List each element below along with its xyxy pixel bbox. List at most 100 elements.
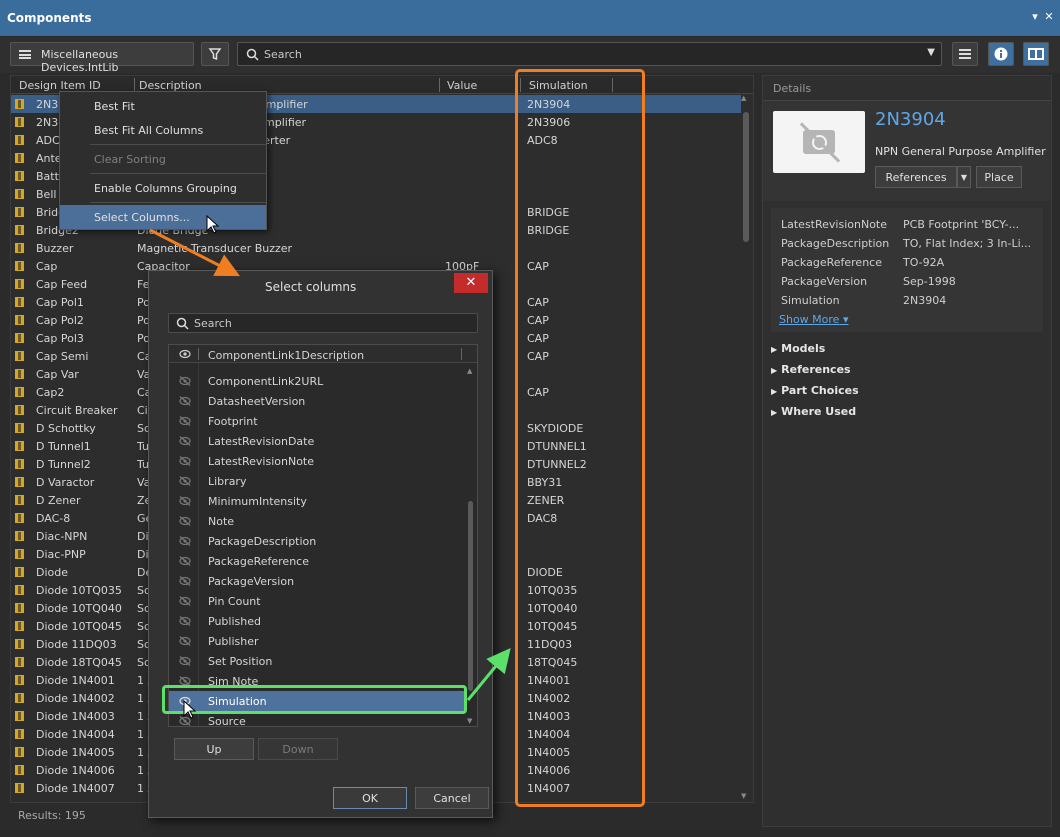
column-divider[interactable] [134,78,135,92]
column-list-item[interactable]: PackageReference [169,551,465,571]
close-icon[interactable]: ✕ [1042,10,1056,23]
column-list-item[interactable]: Pin Count [169,591,465,611]
no-image-icon [773,111,865,173]
column-list-item-label: LatestRevisionNote [208,455,315,468]
column-list-item[interactable]: DatasheetVersion [169,391,465,411]
eye-hidden-icon[interactable] [178,436,192,446]
section-label: References [781,363,851,376]
column-list-item[interactable]: Library [169,471,465,491]
references-dropdown-button[interactable]: ▼ [957,166,971,188]
column-list-item[interactable]: Published [169,611,465,631]
component-icon [15,387,24,397]
eye-hidden-icon[interactable] [178,576,192,586]
scroll-down-icon[interactable]: ▼ [467,717,472,725]
scrollbar-thumb[interactable] [468,501,473,691]
column-list-item[interactable]: Footprint [169,411,465,431]
component-icon [15,765,24,775]
column-divider[interactable] [439,78,440,92]
parameter-name: LatestRevisionNote [781,218,888,231]
layout-button[interactable] [1023,42,1049,66]
scroll-up-icon[interactable]: ▲ [741,94,746,102]
column-list-item[interactable]: PackageVersion [169,571,465,591]
section-references[interactable]: ▶ References [771,363,851,376]
component-icon [15,351,24,361]
ok-button[interactable]: OK [333,787,407,809]
parameter-name: PackageVersion [781,275,868,288]
dialog-title-bar[interactable]: Select columns ✕ [149,271,492,301]
eye-hidden-icon[interactable] [178,636,192,646]
column-header-value[interactable]: Value [447,79,477,92]
eye-hidden-icon[interactable] [178,596,192,606]
component-icon [15,621,24,631]
details-header: Details [773,82,812,95]
scroll-up-icon[interactable]: ▲ [467,367,472,375]
cell-design-item-id: Cap Pol3 [36,332,84,345]
cell-design-item-id: Cap Feed [36,278,88,291]
column-list-item-label: LatestRevisionDate [208,435,315,448]
parameter-value: PCB Footprint 'BCY-... [903,218,1020,231]
library-selector-button[interactable]: Miscellaneous Devices.IntLib [10,42,194,74]
filter-button[interactable] [201,42,229,66]
column-list-item[interactable]: Note [169,511,465,531]
column-list-scrollbar[interactable]: ▲ ▼ [465,365,477,725]
section-where-used[interactable]: ▶ Where Used [771,405,856,418]
eye-hidden-icon[interactable] [178,376,192,386]
menu-item-clear-sorting: Clear Sorting [60,147,266,171]
component-icon [15,783,24,793]
component-icon [15,135,24,145]
info-button[interactable] [988,42,1014,66]
component-icon [15,405,24,415]
eye-hidden-icon[interactable] [178,656,192,666]
dialog-close-button[interactable]: ✕ [454,273,488,293]
section-label: Models [781,342,826,355]
references-button[interactable]: References [875,166,957,188]
chevron-down-icon[interactable]: ▼ [927,47,935,58]
menu-item-enable-columns-grouping[interactable]: Enable Columns Grouping [60,176,266,200]
column-list-item[interactable]: ComponentLink2URL [169,371,465,391]
cell-design-item-id: Diode 11DQ03 [36,638,117,651]
up-button[interactable]: Up [174,738,254,760]
eye-hidden-icon[interactable] [178,496,192,506]
eye-hidden-icon[interactable] [178,416,192,426]
eye-hidden-icon[interactable] [178,456,192,466]
column-list-item[interactable]: PackageDescription [169,531,465,551]
panel-menu-icon[interactable]: ▾ [1028,10,1042,23]
column-list-item[interactable]: Set Position [169,651,465,671]
menu-item-best-fit[interactable]: Best Fit [60,94,266,118]
eye-hidden-icon[interactable] [178,716,192,726]
table-scrollbar[interactable]: ▲ ▼ [741,94,749,800]
search-input[interactable]: Search ▼ [237,42,942,66]
menu-item-select-columns[interactable]: Select Columns... [60,205,266,229]
scroll-down-icon[interactable]: ▼ [741,792,746,800]
eye-hidden-icon[interactable] [178,516,192,526]
search-icon [246,48,259,61]
eye-hidden-icon[interactable] [178,616,192,626]
scrollbar-thumb[interactable] [743,112,749,242]
cell-design-item-id: Diac-NPN [36,530,88,543]
cell-description: Magnetic Transducer Buzzer [137,242,293,255]
cell-design-item-id: Diode 1N4001 [36,674,115,687]
list-item[interactable]: ComponentLink1Description [169,349,465,369]
place-button[interactable]: Place [976,166,1022,188]
eye-hidden-icon[interactable] [178,536,192,546]
column-list-item[interactable]: LatestRevisionDate [169,431,465,451]
column-list: ComponentLink1Description ComponentLink2… [168,344,478,727]
cancel-button[interactable]: Cancel [415,787,489,809]
cell-design-item-id: D Schottky [36,422,96,435]
eye-hidden-icon[interactable] [178,396,192,406]
column-list-item[interactable]: Publisher [169,631,465,651]
parameter-row: PackageVersion Sep-1998 [771,272,1043,290]
menu-item-best-fit-all-columns[interactable]: Best Fit All Columns [60,118,266,142]
eye-hidden-icon[interactable] [178,476,192,486]
column-list-item[interactable]: LatestRevisionNote [169,451,465,471]
component-icon [15,603,24,613]
column-list-item-label: Footprint [208,415,258,428]
column-list-item[interactable]: MinimumIntensity [169,491,465,511]
eye-hidden-icon[interactable] [178,556,192,566]
section-part-choices[interactable]: ▶ Part Choices [771,384,859,397]
section-models[interactable]: ▶ Models [771,342,825,355]
show-more-link[interactable]: Show More ▾ [779,313,848,326]
menu-button[interactable] [952,42,978,66]
dialog-search-input[interactable]: Search [168,313,478,333]
parameter-value: TO, Flat Index; 3 In-Li... [903,237,1032,250]
